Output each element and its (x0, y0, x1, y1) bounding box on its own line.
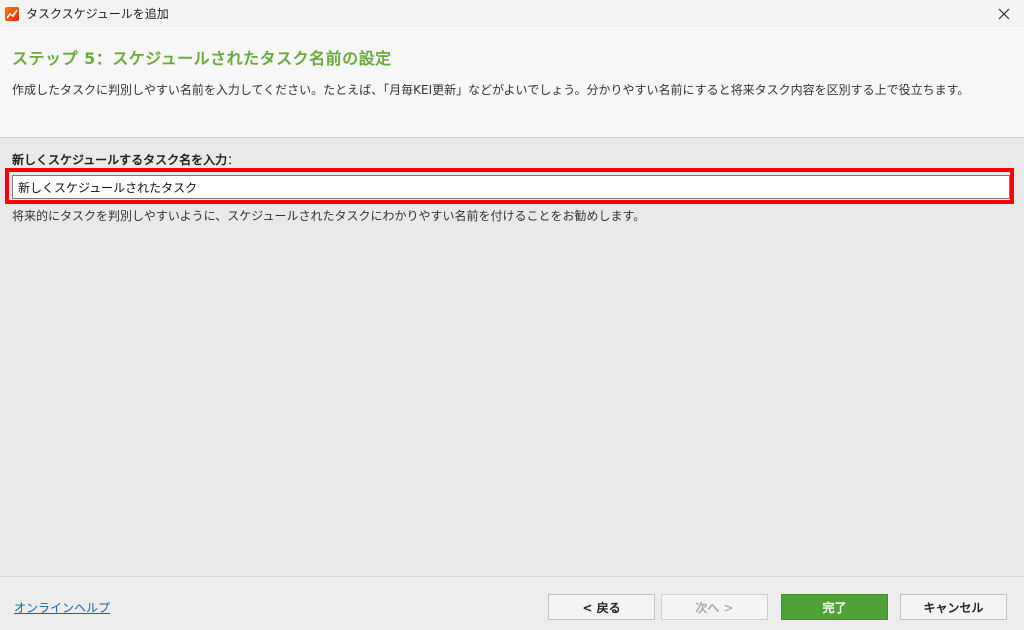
back-button[interactable]: < 戻る (548, 594, 655, 620)
online-help-link[interactable]: オンラインヘルプ (14, 599, 110, 616)
step-title: ステップ 5：スケジュールされたタスク名前の設定 (12, 49, 392, 68)
window-title: タスクスケジュールを追加 (26, 7, 169, 21)
step-description: 作成したタスクに判別しやすい名前を入力してください。たとえば、「月毎KEI更新」… (12, 83, 970, 97)
close-button[interactable] (984, 0, 1024, 27)
task-name-input[interactable] (12, 175, 1010, 199)
footer-bar: オンラインヘルプ < 戻る 次へ > 完了 キャンセル (0, 576, 1024, 630)
task-name-hint: 将来的にタスクを判別しやすいように、スケジュールされたタスクにわかりやすい名前を… (12, 209, 646, 223)
task-name-label-text: 新しくスケジュールするタスク名を入力 (12, 153, 228, 167)
close-icon (998, 8, 1010, 19)
step-header: ステップ 5：スケジュールされたタスク名前の設定 作成したタスクに判別しやすい名… (0, 27, 1024, 138)
task-name-label: 新しくスケジュールするタスク名を入力： (12, 151, 239, 168)
title-bar: タスクスケジュールを追加 (0, 0, 1024, 27)
label-colon: ： (227, 153, 240, 167)
next-button[interactable]: 次へ > (661, 594, 768, 620)
cancel-button[interactable]: キャンセル (900, 594, 1007, 620)
app-logo-icon (5, 6, 19, 21)
finish-button[interactable]: 完了 (781, 594, 888, 620)
